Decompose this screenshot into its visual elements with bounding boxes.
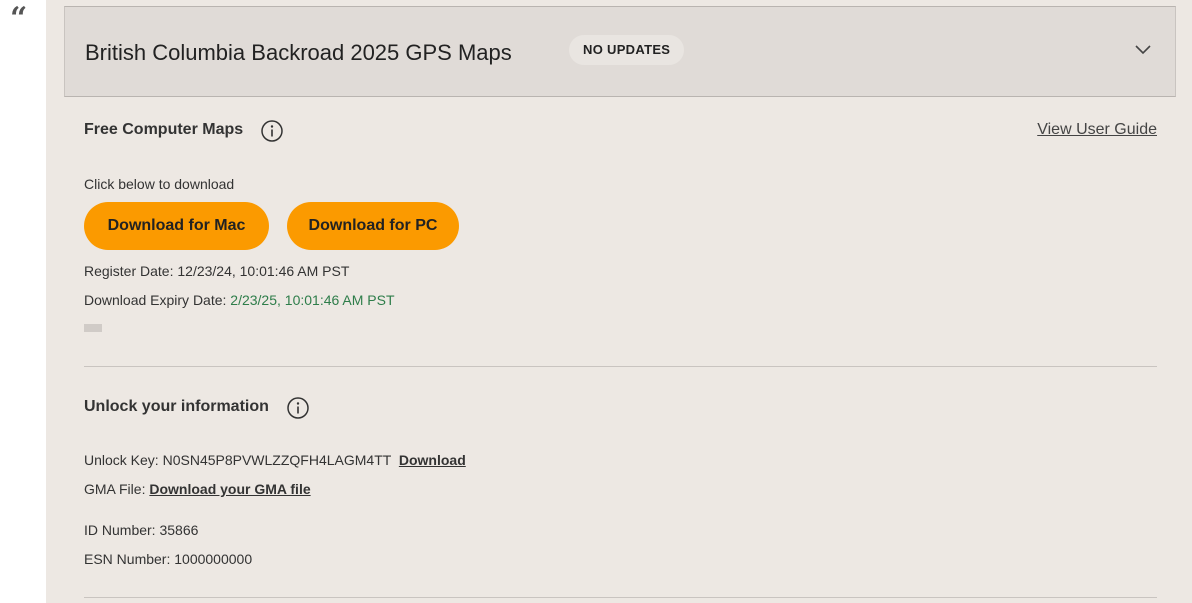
- gma-file-label: GMA File:: [84, 481, 146, 497]
- section-divider: [84, 366, 1157, 367]
- status-badge: NO UPDATES: [569, 35, 685, 65]
- unlock-title: Unlock your information: [84, 398, 269, 415]
- register-date-label: Register Date:: [84, 263, 174, 279]
- expiry-date-label: Download Expiry Date:: [84, 292, 227, 308]
- info-circle-icon[interactable]: [286, 396, 310, 420]
- register-date: Register Date: 12/23/24, 10:01:46 AM PST: [84, 263, 349, 279]
- quote-mark-icon: “: [10, 1, 28, 36]
- unlock-key-row: Unlock Key: N0SN45P8PVWLZZQFH4LAGM4TT Do…: [84, 452, 466, 468]
- gma-file-row: GMA File: Download your GMA file: [84, 481, 311, 497]
- id-number-value: 35866: [159, 522, 199, 538]
- section-divider: [84, 597, 1157, 598]
- product-title: British Columbia Backroad 2025 GPS Maps: [85, 40, 512, 65]
- expiry-date-value: 2/23/25, 10:01:46 AM PST: [230, 292, 395, 308]
- info-circle-icon[interactable]: [260, 119, 284, 143]
- unlock-key-value: N0SN45P8PVWLZZQFH4LAGM4TT: [162, 452, 392, 468]
- id-number-row: ID Number: 35866: [84, 522, 198, 538]
- unlock-key-label: Unlock Key:: [84, 452, 159, 468]
- loading-indicator: [84, 324, 102, 332]
- chevron-down-icon[interactable]: [1133, 41, 1153, 57]
- product-header[interactable]: British Columbia Backroad 2025 GPS Maps …: [64, 6, 1176, 97]
- view-user-guide-link[interactable]: View User Guide: [1037, 121, 1157, 139]
- gma-download-link[interactable]: Download your GMA file: [149, 481, 310, 497]
- esn-number-value: 1000000000: [174, 551, 253, 567]
- expiry-date: Download Expiry Date: 2/23/25, 10:01:46 …: [84, 292, 395, 308]
- unlock-key-download-link[interactable]: Download: [399, 452, 466, 468]
- download-pc-button[interactable]: Download for PC: [287, 202, 459, 250]
- register-date-value: 12/23/24, 10:01:46 AM PST: [177, 263, 350, 279]
- download-instruction: Click below to download: [84, 176, 235, 192]
- free-maps-title: Free Computer Maps: [84, 121, 244, 138]
- id-number-label: ID Number:: [84, 522, 156, 538]
- esn-number-label: ESN Number:: [84, 551, 171, 567]
- download-mac-button[interactable]: Download for Mac: [84, 202, 269, 250]
- esn-number-row: ESN Number: 1000000000: [84, 551, 252, 567]
